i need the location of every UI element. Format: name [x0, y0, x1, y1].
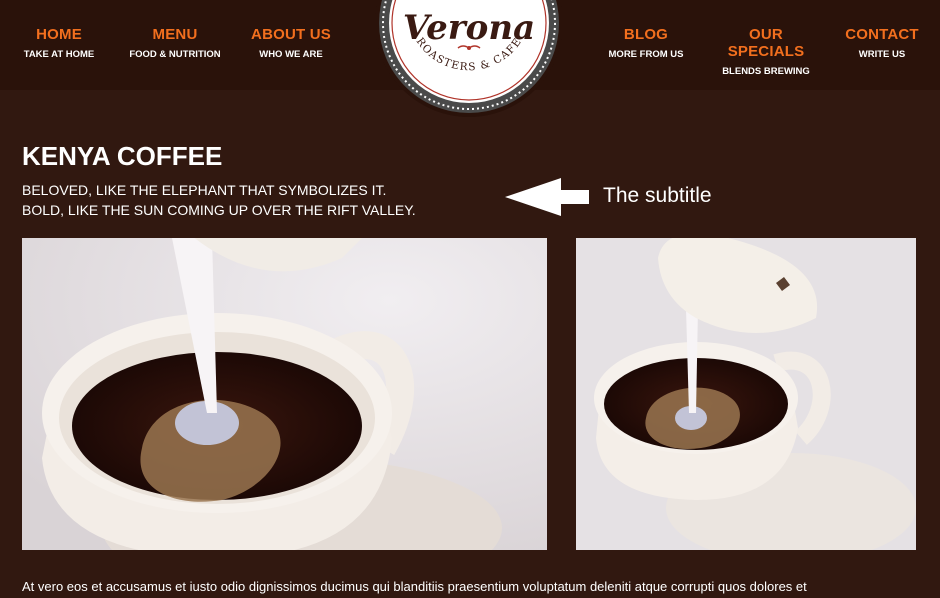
nav-blog-title: BLOG	[623, 26, 669, 43]
coffee-photo-large	[22, 238, 547, 550]
brand-logo[interactable]: ROASTERS & CAFE Verona	[374, 0, 564, 118]
nav-contact-sub: WRITE US	[858, 49, 906, 60]
nav-home-title: HOME	[36, 26, 82, 43]
nav-specials[interactable]: OUR SPECIALS BLENDS BREWING	[712, 26, 820, 77]
page-subtitle: BELOVED, LIKE THE ELEPHANT THAT SYMBOLIZ…	[22, 180, 416, 220]
nav-about[interactable]: ABOUT US WHO WE ARE	[251, 26, 331, 60]
nav-menu-sub: FOOD & NUTRITION	[129, 49, 221, 60]
coffee-photo-small	[576, 238, 916, 550]
subtitle-line-2: BOLD, LIKE THE SUN COMING UP OVER THE RI…	[22, 202, 416, 218]
nav-specials-sub: BLENDS BREWING	[722, 66, 810, 77]
nav-contact-title: CONTACT	[845, 26, 919, 43]
nav-blog[interactable]: BLOG MORE FROM US	[604, 26, 688, 60]
nav-menu-title: MENU	[152, 26, 198, 43]
nav-about-title: ABOUT US	[251, 26, 331, 43]
arrow-left-icon	[505, 178, 589, 216]
logo-name: Verona	[402, 8, 536, 48]
nav-home-sub: TAKE AT HOME	[23, 49, 95, 60]
nav-contact[interactable]: CONTACT WRITE US	[844, 26, 920, 60]
nav-about-sub: WHO WE ARE	[259, 49, 323, 60]
body-paragraph: At vero eos et accusamus et iusto odio d…	[22, 579, 807, 594]
annotation-label: The subtitle	[603, 184, 712, 207]
nav-home[interactable]: HOME TAKE AT HOME	[22, 26, 96, 60]
nav-menu[interactable]: MENU FOOD & NUTRITION	[125, 26, 225, 60]
page-title: KENYA COFFEE	[22, 141, 223, 171]
nav-blog-sub: MORE FROM US	[608, 49, 684, 60]
nav-specials-title: OUR SPECIALS	[727, 26, 805, 60]
subtitle-line-1: BELOVED, LIKE THE ELEPHANT THAT SYMBOLIZ…	[22, 182, 387, 198]
